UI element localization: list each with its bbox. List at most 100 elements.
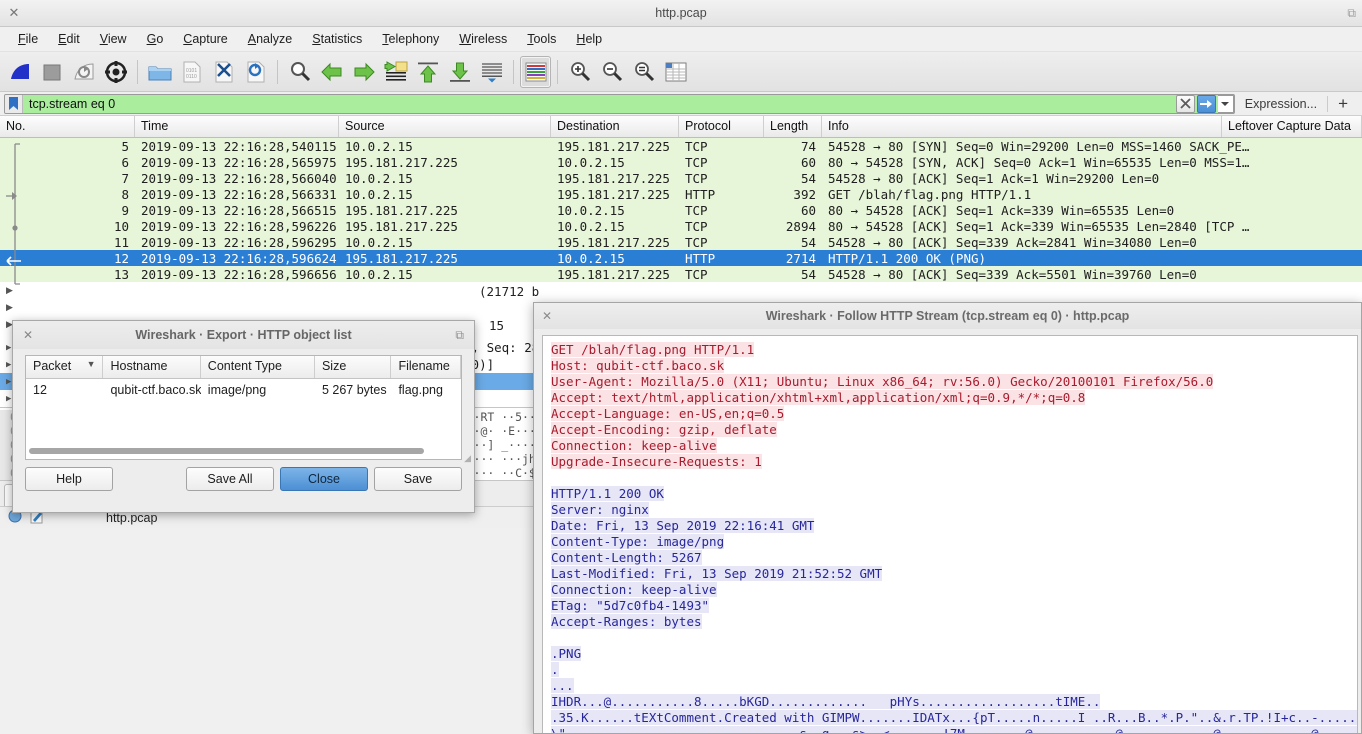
start-capture-icon[interactable] bbox=[4, 56, 35, 88]
stream-line-text: Content-Length: 5267 bbox=[551, 550, 702, 565]
export-http-object-list-dialog[interactable]: ✕ Wireshark · Export · HTTP object list … bbox=[12, 320, 475, 513]
packet-list[interactable]: 5 2019-09-13 22:16:28,540115 10.0.2.15 195.… bbox=[0, 138, 1362, 285]
object-table-hscrollbar[interactable] bbox=[29, 445, 458, 456]
packet-row[interactable]: 8 2019-09-13 22:16:28,566331 10.0.2.15 195.… bbox=[0, 186, 1362, 202]
column-header-protocol[interactable]: Protocol bbox=[679, 116, 764, 137]
column-header-info[interactable]: Info bbox=[822, 116, 1222, 137]
window-title: http.pcap bbox=[655, 6, 707, 20]
object-column-filename[interactable]: Filename bbox=[391, 356, 461, 378]
add-filter-button[interactable]: + bbox=[1328, 95, 1358, 112]
window-title-bar: ✕ http.pcap ⧉ bbox=[0, 0, 1362, 27]
auto-scroll-icon[interactable] bbox=[476, 56, 507, 88]
clear-filter-icon[interactable] bbox=[1175, 94, 1195, 113]
stream-line-text: \" ........,..............s..g...s>..<..… bbox=[551, 726, 1357, 733]
follow-stream-content[interactable]: GET /blah/flag.png HTTP/1.1 Host: qubit-c… bbox=[542, 335, 1358, 733]
reload-file-icon[interactable] bbox=[240, 56, 271, 88]
menu-item-file[interactable]: FFileile bbox=[8, 29, 48, 49]
column-header-source[interactable]: Source bbox=[339, 116, 551, 137]
object-column-size[interactable]: Size bbox=[315, 356, 392, 378]
packet-row[interactable]: 13 2019-09-13 22:16:28,596656 10.0.2.15 195… bbox=[0, 266, 1362, 282]
zoom-out-icon[interactable] bbox=[596, 56, 627, 88]
stream-line-text: ... bbox=[551, 678, 574, 693]
bookmark-icon[interactable] bbox=[5, 94, 23, 113]
close-button[interactable]: Close bbox=[280, 467, 368, 491]
svg-text:0110: 0110 bbox=[186, 74, 197, 80]
packet-row[interactable]: 9 2019-09-13 22:16:28,566515 195.181.217.2… bbox=[0, 202, 1362, 218]
stream-line: ETag: "5d7c0fb4-1493" bbox=[551, 598, 1357, 614]
maximize-icon[interactable]: ⧉ bbox=[455, 328, 464, 343]
resize-columns-icon[interactable] bbox=[660, 56, 691, 88]
follow-http-stream-window[interactable]: ✕ Wireshark · Follow HTTP Stream (tcp.st… bbox=[533, 302, 1362, 734]
menu-item-edit[interactable]: Edit bbox=[48, 29, 90, 49]
stream-line-text: ETag: "5d7c0fb4-1493" bbox=[551, 598, 710, 613]
column-header-no[interactable]: No. bbox=[0, 116, 135, 137]
packet-row[interactable]: 11 2019-09-13 22:16:28,596295 10.0.2.15 195… bbox=[0, 234, 1362, 250]
stop-capture-icon[interactable] bbox=[36, 56, 67, 88]
go-forward-icon[interactable] bbox=[348, 56, 379, 88]
packet-row[interactable]: 5 2019-09-13 22:16:28,540115 10.0.2.15 195.… bbox=[0, 138, 1362, 154]
resize-grip-icon[interactable]: ◢ bbox=[464, 453, 471, 464]
packet-cell-info: 54528 → 80 [SYN] Seq=0 Win=29200 Len=0 M… bbox=[828, 138, 1250, 154]
help-button[interactable]: Help bbox=[25, 467, 113, 491]
close-icon[interactable]: ✕ bbox=[534, 309, 560, 323]
menu-item-capture[interactable]: Capture bbox=[173, 29, 237, 49]
stream-line: Server: nginx bbox=[551, 502, 1357, 518]
packet-row[interactable]: 6 2019-09-13 22:16:28,565975 195.181.217.2… bbox=[0, 154, 1362, 170]
menu-item-statistics[interactable]: Statistics bbox=[302, 29, 372, 49]
menu-item-wireless[interactable]: Wireless bbox=[449, 29, 517, 49]
open-file-icon[interactable] bbox=[144, 56, 175, 88]
save-all-button[interactable]: Save All bbox=[186, 467, 274, 491]
stream-line-text: Host: qubit-ctf.baco.sk bbox=[551, 358, 725, 373]
column-header-time[interactable]: Time bbox=[135, 116, 339, 137]
column-header-destination[interactable]: Destination bbox=[551, 116, 679, 137]
packet-row[interactable]: 12 2019-09-13 22:16:28,596624 195.181.217.… bbox=[0, 250, 1362, 266]
window-restore-button[interactable]: ⧉ bbox=[1347, 6, 1356, 21]
filter-input[interactable]: tcp.stream eq 0 bbox=[23, 97, 1176, 111]
http-object-rows[interactable]: 12 qubit-ctf.baco.sk image/png 5 267 bytes f… bbox=[26, 379, 461, 445]
save-button[interactable]: Save bbox=[374, 467, 462, 491]
packet-cell-protocol: TCP bbox=[685, 154, 708, 170]
capture-options-icon[interactable] bbox=[100, 56, 131, 88]
restart-capture-icon[interactable] bbox=[68, 56, 99, 88]
http-object-table[interactable]: Packet ▼ Hostname Content Type Size File… bbox=[25, 355, 462, 460]
go-to-first-packet-icon[interactable] bbox=[412, 56, 443, 88]
packet-row[interactable]: 10 2019-09-13 22:16:28,596226 195.181.217.… bbox=[0, 218, 1362, 234]
filter-expression-button[interactable]: Expression... bbox=[1235, 97, 1327, 111]
menu-item-help[interactable]: Help bbox=[566, 29, 612, 49]
go-to-last-packet-icon[interactable] bbox=[444, 56, 475, 88]
http-object-table-header: Packet ▼ Hostname Content Type Size File… bbox=[26, 356, 461, 379]
filter-input-wrapper[interactable]: tcp.stream eq 0 bbox=[4, 93, 1235, 114]
close-file-icon[interactable] bbox=[208, 56, 239, 88]
window-close-button[interactable]: ✕ bbox=[0, 5, 28, 21]
zoom-reset-icon[interactable] bbox=[628, 56, 659, 88]
column-header-length[interactable]: Length bbox=[764, 116, 822, 137]
stream-line: Upgrade-Insecure-Requests: 1 bbox=[551, 454, 1357, 470]
zoom-in-icon[interactable] bbox=[564, 56, 595, 88]
object-column-content-type[interactable]: Content Type bbox=[201, 356, 315, 378]
close-icon[interactable]: ✕ bbox=[13, 328, 43, 342]
object-column-packet[interactable]: Packet ▼ bbox=[26, 356, 104, 378]
colorize-packets-icon[interactable] bbox=[520, 55, 551, 88]
stream-line-text: Accept-Ranges: bytes bbox=[551, 614, 702, 629]
stream-line: Connection: keep-alive bbox=[551, 438, 1357, 454]
stream-line: Accept-Ranges: bytes bbox=[551, 614, 1357, 630]
menu-item-telephony[interactable]: Telephony bbox=[372, 29, 449, 49]
save-file-icon[interactable]: 0101 0110 bbox=[176, 56, 207, 88]
go-back-icon[interactable] bbox=[316, 56, 347, 88]
stream-line: Date: Fri, 13 Sep 2019 22:16:41 GMT bbox=[551, 518, 1357, 534]
http-object-row[interactable]: 12 qubit-ctf.baco.sk image/png 5 267 bytes f… bbox=[26, 379, 461, 401]
menu-item-view[interactable]: View bbox=[90, 29, 137, 49]
menu-item-analyze[interactable]: Analyze bbox=[238, 29, 302, 49]
packet-row[interactable]: 7 2019-09-13 22:16:28,566040 10.0.2.15 195.… bbox=[0, 170, 1362, 186]
find-packet-icon[interactable] bbox=[284, 56, 315, 88]
object-column-hostname[interactable]: Hostname bbox=[103, 356, 201, 378]
column-header-leftover[interactable]: Leftover Capture Data bbox=[1222, 116, 1362, 137]
export-dialog-title: Wireshark · Export · HTTP object list bbox=[135, 328, 352, 342]
go-to-packet-icon[interactable] bbox=[380, 56, 411, 88]
chevron-down-icon[interactable] bbox=[1217, 94, 1234, 113]
menu-item-tools[interactable]: Tools bbox=[517, 29, 566, 49]
stream-line: Accept-Encoding: gzip, deflate bbox=[551, 422, 1357, 438]
menu-item-go[interactable]: Go bbox=[137, 29, 174, 49]
apply-filter-icon[interactable] bbox=[1196, 94, 1216, 113]
packet-cell-source: 195.181.217.225 bbox=[345, 202, 458, 218]
